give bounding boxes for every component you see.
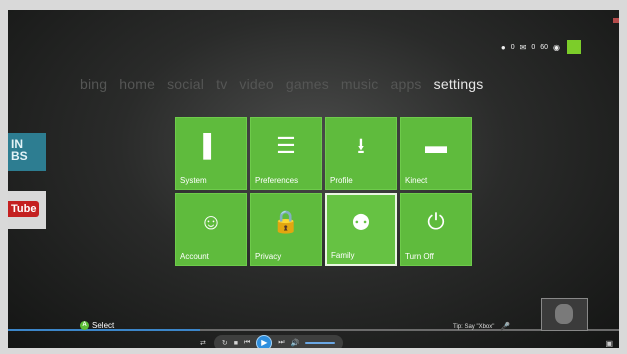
kinect-camera-preview — [541, 298, 588, 331]
family-icon: ⚉ — [351, 210, 371, 235]
console-icon: ▌ — [203, 133, 219, 158]
tile-label: Family — [331, 251, 355, 260]
power-icon: ⏻ — [427, 209, 445, 234]
kinect-player-silhouette — [555, 304, 573, 324]
nav-item-games[interactable]: games — [286, 76, 329, 92]
nav-item-social[interactable]: social — [167, 76, 204, 92]
controller-icon: ● — [500, 42, 506, 52]
stop-icon[interactable]: ■ — [234, 340, 238, 347]
youtube-tile-label: Tube — [8, 201, 40, 217]
shuffle-icon[interactable]: ⇄ — [200, 339, 206, 347]
volume-slider[interactable] — [305, 342, 336, 344]
tile-family[interactable]: ⚉ Family — [325, 193, 397, 266]
select-hint: A Select — [80, 321, 114, 330]
tile-turn-off[interactable]: ⏻ Turn Off — [400, 193, 472, 266]
play-button[interactable]: ▶ — [256, 335, 273, 348]
lock-icon: 🔒 — [272, 209, 300, 234]
voice-tip-text: Tip: Say "Xbox" — [453, 323, 495, 330]
tile-privacy[interactable]: 🔒 Privacy — [250, 193, 322, 266]
tile-account[interactable]: ☺ Account — [175, 193, 247, 266]
media-controls: ↻ ■ ⏮ ▶ ⏭ 🔊 — [213, 335, 344, 348]
account-icon: ☺ — [199, 209, 223, 234]
profile-card-icon: ⭳ — [357, 133, 365, 158]
tile-profile[interactable]: ⭳ Profile — [325, 117, 397, 190]
msn-tile[interactable]: IN BS — [8, 133, 46, 171]
microphone-icon: 🎤 — [500, 322, 511, 331]
tile-label: Profile — [330, 176, 353, 185]
repeat-icon[interactable]: ↻ — [222, 339, 228, 347]
tile-kinect[interactable]: ▬ Kinect — [400, 117, 472, 190]
tile-label: Kinect — [405, 176, 428, 185]
messages-count: 0 — [531, 43, 536, 51]
nav-item-settings[interactable]: settings — [434, 76, 484, 92]
xbox-dashboard: ● 0 ✉ 0 60 ◉ bing home social tv video games m… — [8, 10, 619, 348]
settings-tiles-grid: ▌ System ☰ Preferences ⭳ Profile ▬ Kinect ☺ Accou… — [175, 117, 472, 266]
tile-label: System — [180, 176, 207, 185]
avatar[interactable] — [567, 40, 581, 54]
status-bar: ● 0 ✉ 0 60 ◉ — [501, 40, 581, 54]
window-corner-indicator — [613, 18, 619, 23]
next-icon[interactable]: ⏭ — [278, 339, 284, 347]
nav-item-bing[interactable]: bing — [80, 76, 107, 92]
fullscreen-icon[interactable]: ▣ — [605, 339, 613, 348]
volume-icon: 🔊 — [290, 340, 300, 347]
gamerscore-icon: ◉ — [553, 42, 560, 52]
msn-tile-label: IN BS — [11, 137, 28, 163]
previous-icon[interactable]: ⏮ — [244, 339, 250, 347]
select-label: Select — [92, 321, 115, 330]
youtube-tile[interactable]: Tube — [8, 191, 46, 229]
tile-label: Preferences — [255, 176, 299, 185]
nav-item-home[interactable]: home — [119, 76, 155, 92]
tile-preferences[interactable]: ☰ Preferences — [250, 117, 322, 190]
message-icon: ✉ — [519, 42, 527, 52]
voice-tip: Tip: Say "Xbox" 🎤 — [453, 322, 510, 331]
nav-item-tv[interactable]: tv — [216, 76, 227, 92]
kinect-icon: ▬ — [425, 133, 447, 158]
list-icon: ☰ — [276, 133, 296, 158]
nav-item-video[interactable]: video — [239, 76, 273, 92]
tile-label: Account — [180, 252, 209, 261]
nav-item-music[interactable]: music — [341, 76, 379, 92]
nav-item-apps[interactable]: apps — [390, 76, 421, 92]
a-button-icon: A — [80, 321, 89, 330]
tile-label: Privacy — [255, 252, 282, 261]
gamerscore-value: 60 — [540, 43, 549, 51]
wireless-count: 0 — [510, 43, 515, 51]
hub-navigation: bing home social tv video games music apps setti… — [80, 76, 484, 92]
media-transport-bar: ⇄ ↻ ■ ⏮ ▶ ⏭ 🔊 — [200, 335, 344, 348]
tile-system[interactable]: ▌ System — [175, 117, 247, 190]
tile-label: Turn Off — [405, 252, 434, 261]
